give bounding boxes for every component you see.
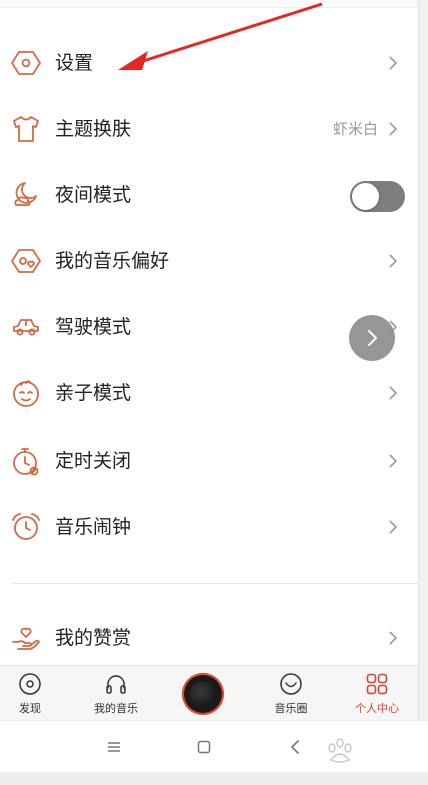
menu-item-theme[interactable]: 主题换肤 虾米白 [0, 96, 418, 162]
menu-icon[interactable] [102, 735, 126, 759]
album-art [190, 681, 216, 707]
menu-item-settings[interactable]: 设置 [0, 30, 418, 96]
car-icon [10, 311, 42, 343]
tab-discover[interactable]: 发现 [0, 666, 70, 721]
chevron-right-icon [384, 384, 402, 402]
tab-music-circle[interactable]: 音乐圈 [251, 666, 331, 721]
menu-item-label: 我的音乐偏好 [55, 250, 170, 272]
watermark-logo [328, 738, 352, 763]
night-mode-toggle[interactable] [350, 181, 405, 212]
grid-icon [365, 672, 389, 696]
tab-personal-center[interactable]: 个人中心 [337, 666, 417, 721]
back-icon[interactable] [283, 735, 307, 759]
music-preference-icon [10, 245, 42, 277]
theme-value: 虾米白 [332, 120, 378, 138]
menu-item-label: 主题换肤 [55, 118, 132, 140]
baidu-jingyan-watermark [322, 734, 422, 774]
home-icon[interactable] [192, 735, 216, 759]
menu-item-label: 设置 [55, 52, 94, 74]
menu-item-label: 夜间模式 [55, 184, 132, 206]
section-divider [12, 583, 418, 584]
moon-cloud-icon [10, 179, 42, 211]
music-circle-icon [279, 672, 303, 696]
tab-label: 音乐圈 [274, 702, 308, 715]
baby-face-icon [10, 377, 42, 409]
timer-icon [10, 445, 42, 477]
top-strip [0, 0, 418, 8]
tab-label: 个人中心 [355, 702, 399, 715]
chevron-right-icon [384, 252, 402, 270]
alarm-clock-icon [10, 511, 42, 543]
chevron-right-icon [384, 452, 402, 470]
menu-item-label: 驾驶模式 [55, 316, 132, 338]
appreciation-icon [10, 622, 42, 654]
menu-item-label: 音乐闹钟 [55, 516, 132, 538]
tab-my-music[interactable]: 我的音乐 [76, 666, 156, 721]
menu-item-label: 亲子模式 [55, 382, 132, 404]
discover-icon [18, 672, 42, 696]
tshirt-icon [10, 113, 42, 145]
menu-item-parent-child-mode[interactable]: 亲子模式 [0, 360, 418, 426]
headphones-icon [104, 672, 128, 696]
chevron-right-icon [384, 120, 402, 138]
menu-item-music-preference[interactable]: 我的音乐偏好 [0, 228, 418, 294]
toggle-knob [352, 183, 379, 210]
hexagon-settings-icon [10, 47, 42, 79]
chevron-right-icon [384, 518, 402, 536]
tab-label: 我的音乐 [94, 702, 138, 715]
floating-forward-button[interactable] [349, 315, 395, 361]
menu-item-appreciation[interactable]: 我的赞赏 [0, 605, 418, 671]
settings-panel: 设置 主题换肤 虾米白 夜间模式 我的音乐偏好 驾驶模式 亲子模式 定时关闭 音… [0, 0, 418, 785]
chevron-right-icon [384, 54, 402, 72]
now-playing-disc[interactable] [182, 673, 224, 715]
menu-item-label: 定时关闭 [55, 450, 132, 472]
background-edge [418, 0, 428, 785]
menu-item-music-alarm[interactable]: 音乐闹钟 [0, 494, 418, 560]
tab-label: 发现 [19, 702, 41, 715]
menu-item-timer-off[interactable]: 定时关闭 [0, 428, 418, 494]
menu-item-label: 我的赞赏 [55, 627, 132, 649]
chevron-right-icon [384, 629, 402, 647]
